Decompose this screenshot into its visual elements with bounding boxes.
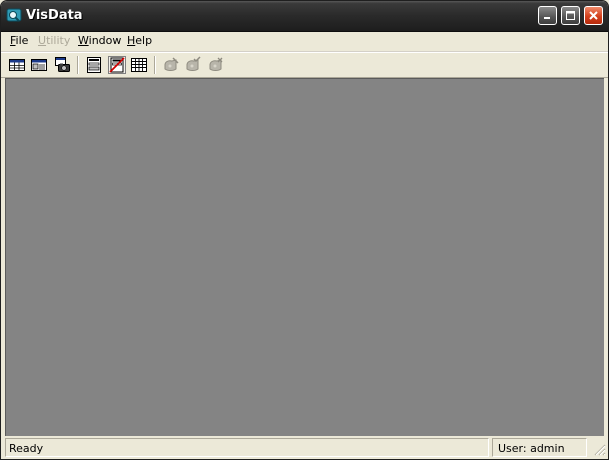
window-title: VisData xyxy=(26,8,83,23)
menu-utility-label: tility xyxy=(46,34,71,47)
table-type-button[interactable] xyxy=(8,56,26,74)
commit-transaction-icon xyxy=(186,56,201,71)
status-bar: Ready User: admin xyxy=(1,437,608,459)
status-user: User: admin xyxy=(492,438,587,457)
menu-bar: File Utility Window Help xyxy=(1,32,608,52)
menu-help-label: elp xyxy=(135,34,153,47)
menu-utility-accel: U xyxy=(38,34,47,47)
minimize-icon xyxy=(544,17,550,19)
snapshot-type-button[interactable] xyxy=(53,56,71,74)
rollback-transaction-icon xyxy=(209,57,223,71)
visdata-app-icon[interactable] xyxy=(6,7,22,23)
toolbar-separator xyxy=(154,56,156,74)
menu-window-label: indow xyxy=(88,34,122,47)
commit-transaction-button[interactable] xyxy=(184,56,202,74)
grid-form-button[interactable] xyxy=(130,56,148,74)
resize-grip-icon[interactable] xyxy=(592,442,606,456)
close-icon xyxy=(589,11,598,20)
app-window: VisData File Utility Window Help Ready U… xyxy=(0,0,609,460)
data-control-form-icon xyxy=(87,57,101,73)
menu-window[interactable]: Window xyxy=(78,34,121,47)
menu-file-label: ile xyxy=(15,34,29,47)
menu-help[interactable]: Help xyxy=(127,34,152,47)
table-type-icon xyxy=(9,59,25,71)
toolbar xyxy=(1,52,608,78)
data-control-form-button[interactable] xyxy=(85,56,103,74)
close-button[interactable] xyxy=(584,6,603,25)
maximize-icon xyxy=(566,11,575,20)
minimize-button[interactable] xyxy=(538,6,557,25)
maximize-button[interactable] xyxy=(561,6,580,25)
menu-file[interactable]: File xyxy=(10,34,28,47)
title-bar[interactable]: VisData xyxy=(1,1,608,32)
snapshot-type-icon xyxy=(55,57,70,72)
no-data-control-form-button[interactable] xyxy=(108,56,126,74)
menu-window-accel: W xyxy=(78,34,89,47)
rollback-transaction-button[interactable] xyxy=(207,56,225,74)
begin-transaction-button[interactable] xyxy=(162,56,180,74)
no-data-control-form-icon xyxy=(109,57,125,73)
dynaset-type-icon xyxy=(31,59,47,71)
dynaset-type-button[interactable] xyxy=(30,56,48,74)
mdi-client-area[interactable] xyxy=(5,78,604,436)
begin-transaction-icon xyxy=(164,57,179,71)
status-text: Ready xyxy=(5,438,489,457)
menu-utility[interactable]: Utility xyxy=(38,34,70,47)
grid-form-icon xyxy=(131,58,147,72)
toolbar-separator xyxy=(77,56,79,74)
